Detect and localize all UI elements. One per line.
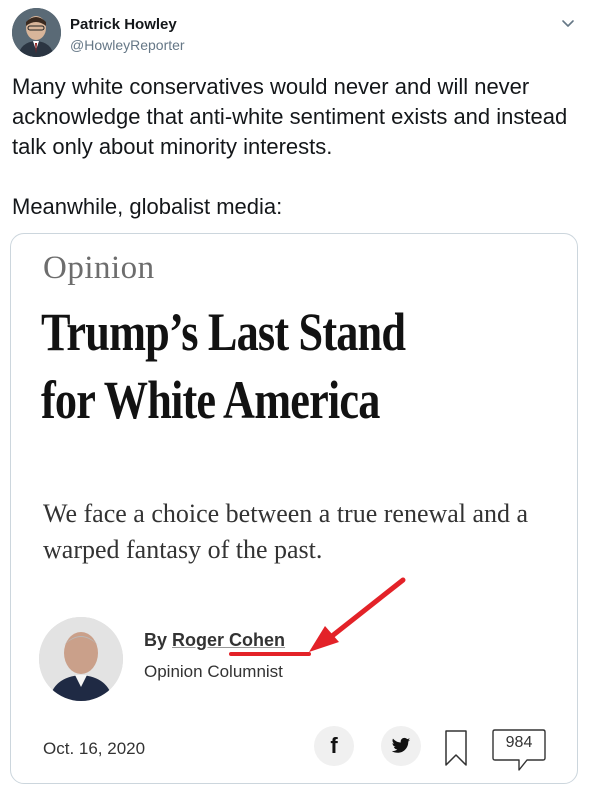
- chevron-down-icon[interactable]: [559, 14, 577, 32]
- facebook-share-button[interactable]: f: [314, 726, 354, 766]
- byline-author-link[interactable]: Roger Cohen: [172, 630, 285, 650]
- tweet-header: Patrick Howley @HowleyReporter: [12, 8, 577, 60]
- tweet-paragraph-1: Many white conservatives would never and…: [12, 74, 568, 159]
- comments-count[interactable]: 984: [491, 734, 547, 752]
- author-name[interactable]: Patrick Howley: [70, 16, 177, 33]
- author-photo: [39, 617, 123, 701]
- author-handle[interactable]: @HowleyReporter: [70, 37, 185, 53]
- tweet-paragraph-2: Meanwhile, globalist media:: [12, 194, 283, 219]
- author-role: Opinion Columnist: [144, 662, 283, 681]
- author-avatar[interactable]: [12, 8, 61, 57]
- byline: By Roger Cohen: [144, 630, 285, 651]
- article-headline: Trump’s Last Stand for White America: [41, 302, 406, 430]
- twitter-share-button[interactable]: [381, 726, 421, 766]
- facebook-icon: f: [330, 733, 338, 758]
- section-label: Opinion: [43, 250, 155, 286]
- twitter-icon: [391, 737, 411, 753]
- embedded-image-card[interactable]: Opinion Trump’s Last Stand for White Ame…: [10, 233, 578, 784]
- article-deck: We face a choice between a true renewal …: [43, 499, 529, 564]
- bookmark-icon[interactable]: [444, 729, 468, 767]
- article-date: Oct. 16, 2020: [43, 739, 146, 758]
- red-underline-annotation: [229, 652, 311, 656]
- tweet-text: Many white conservatives would never and…: [12, 72, 572, 222]
- byline-prefix: By: [144, 630, 173, 650]
- arrow-icon: [309, 577, 406, 652]
